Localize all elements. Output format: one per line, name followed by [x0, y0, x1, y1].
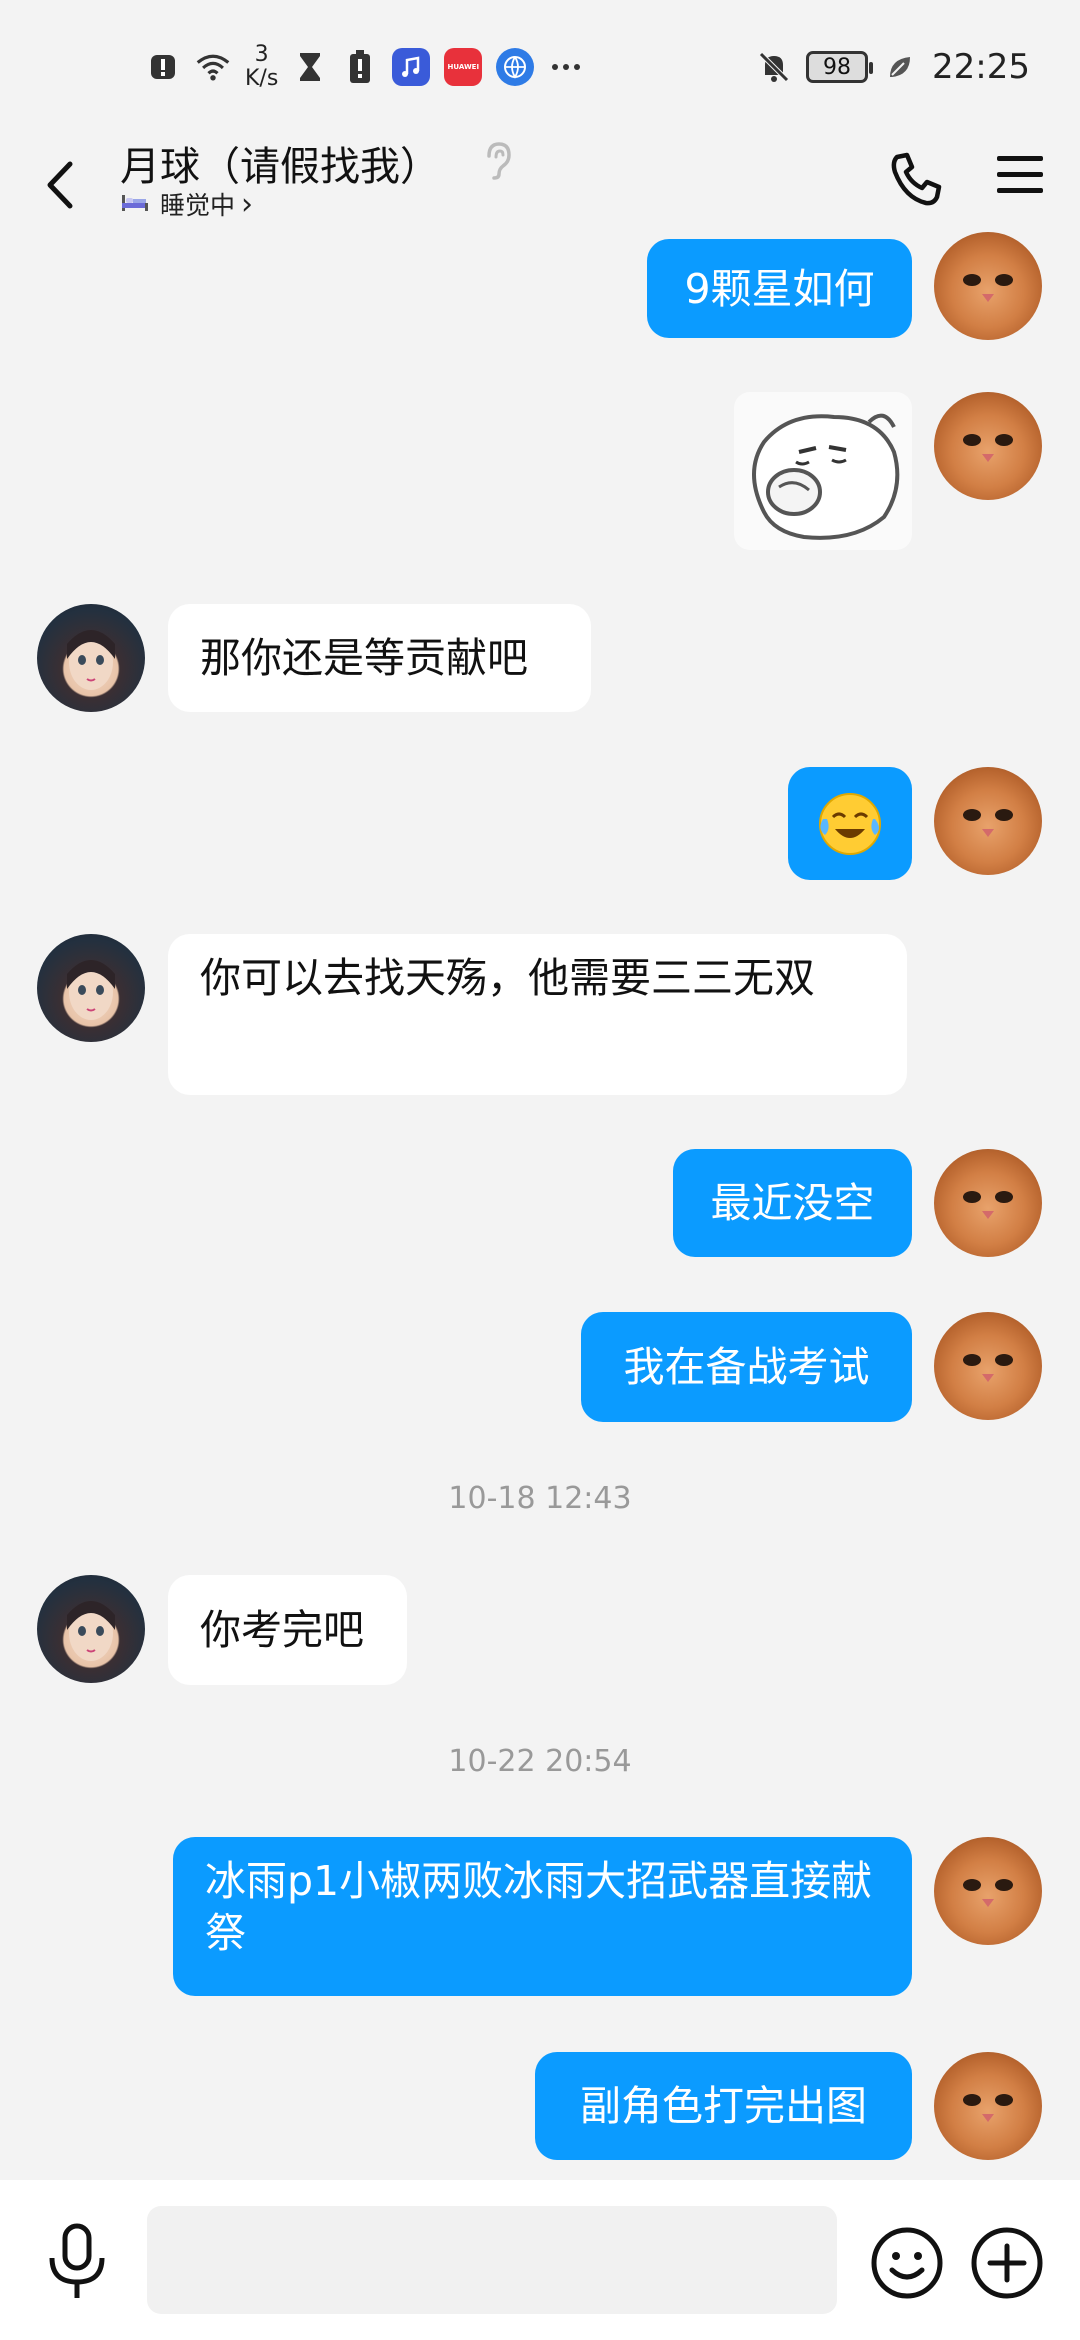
voice-button[interactable] — [42, 2222, 112, 2302]
huawei-app-label: HUAWEI — [447, 63, 480, 71]
phone-icon — [891, 152, 942, 206]
message-timestamp: 10-22 20:54 — [448, 1744, 632, 1779]
status-bar-right: 98 22:25 — [756, 42, 1030, 92]
plus-circle-icon — [971, 2227, 1043, 2299]
my-avatar[interactable] — [934, 2052, 1042, 2160]
clock: 22:25 — [932, 47, 1030, 87]
input-bar — [0, 2180, 1080, 2340]
more-actions-button[interactable] — [968, 2224, 1046, 2302]
battery-indicator: 98 — [806, 51, 874, 83]
microphone-icon — [49, 2223, 105, 2298]
status-text: 睡觉中 — [160, 191, 236, 220]
status-bar: 3 K/s HUAWEI 98 22:25 — [0, 0, 1080, 130]
my-avatar[interactable] — [934, 1149, 1042, 1257]
my-avatar[interactable] — [934, 1837, 1042, 1945]
back-arrow-icon — [47, 161, 73, 209]
message-bubble-sent[interactable]: 副角色打完出图 — [535, 2052, 912, 2160]
message-bubble-sent[interactable]: 9颗星如何 — [647, 239, 912, 338]
bed-icon — [120, 190, 150, 219]
message-bubble-received[interactable]: 你考完吧 — [168, 1575, 407, 1685]
message-timestamp: 10-18 12:43 — [448, 1481, 632, 1516]
friend-status[interactable]: 睡觉中 › — [120, 186, 253, 222]
message-bubble-sent[interactable]: 我在备战考试 — [581, 1312, 912, 1422]
wifi-icon — [195, 49, 231, 85]
my-avatar[interactable] — [934, 767, 1042, 875]
chat-header: 月球（请假找我） 睡觉中 › — [0, 130, 1080, 240]
message-bubble-received[interactable]: 那你还是等贡献吧 — [168, 604, 591, 712]
smiley-icon — [871, 2227, 943, 2299]
status-bar-left: 3 K/s HUAWEI — [145, 42, 584, 92]
my-avatar[interactable] — [934, 232, 1042, 340]
alert-icon — [145, 49, 181, 85]
mute-bell-icon — [756, 49, 792, 85]
my-avatar[interactable] — [934, 1312, 1042, 1420]
ear-icon[interactable] — [475, 138, 519, 182]
my-avatar[interactable] — [934, 392, 1042, 500]
chat-title[interactable]: 月球（请假找我） — [120, 134, 440, 192]
message-bubble-sent[interactable]: 冰雨p1小椒两败冰雨大招武器直接献祭 — [173, 1837, 912, 1996]
message-input[interactable] — [147, 2206, 837, 2314]
crying-laughing-emoji-icon — [819, 792, 881, 855]
message-bubble-sent[interactable] — [788, 767, 912, 880]
message-bubble-received[interactable]: 你可以去找天殇，他需要三三无双 — [168, 934, 907, 1095]
back-button[interactable] — [30, 150, 90, 220]
battery-level: 98 — [823, 54, 852, 80]
menu-button[interactable] — [995, 152, 1047, 210]
battery-alert-icon — [342, 49, 378, 85]
leaf-icon — [882, 49, 918, 85]
friend-avatar[interactable] — [37, 1575, 145, 1683]
sticker-image[interactable] — [734, 392, 912, 550]
more-notifications-icon — [548, 49, 584, 85]
friend-avatar[interactable] — [37, 604, 145, 712]
music-app-icon — [392, 48, 431, 86]
hourglass-icon — [292, 49, 328, 85]
friend-avatar[interactable] — [37, 934, 145, 1042]
status-arrow-icon: › — [241, 186, 254, 222]
call-button[interactable] — [885, 150, 947, 212]
message-bubble-sent[interactable]: 最近没空 — [673, 1149, 912, 1257]
net-speed: 3 K/s — [245, 43, 278, 91]
net-speed-value: 3 — [254, 42, 269, 67]
browser-app-icon — [496, 48, 535, 86]
net-speed-unit: K/s — [245, 66, 279, 91]
emoji-button[interactable] — [868, 2224, 946, 2302]
huawei-app-icon: HUAWEI — [444, 48, 483, 86]
hamburger-menu-icon — [997, 156, 1043, 193]
